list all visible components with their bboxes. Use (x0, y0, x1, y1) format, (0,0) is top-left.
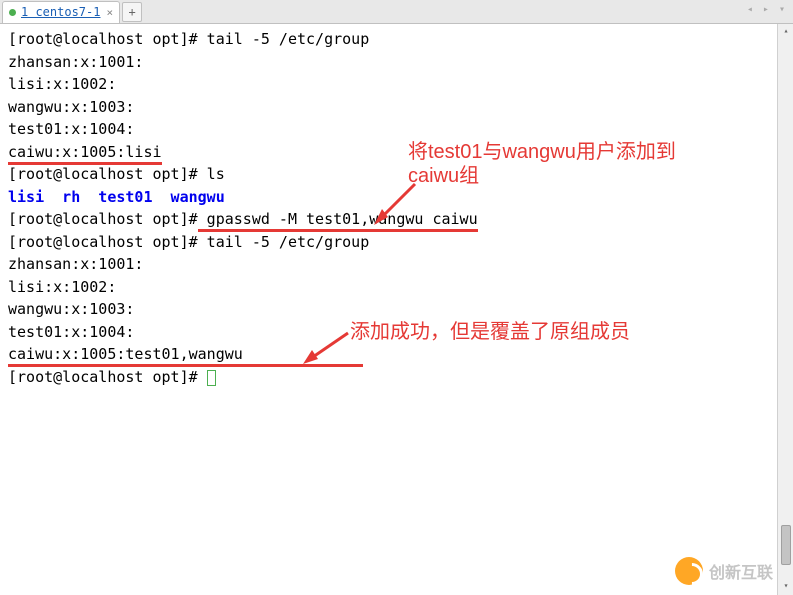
scrollbar-thumb[interactable] (781, 525, 791, 565)
terminal-line-ls-output: lisi rh test01 wangwu (8, 186, 785, 209)
terminal-line: test01:x:1004: (8, 321, 785, 344)
terminal-line: lisi:x:1002: (8, 73, 785, 96)
terminal-line: [root@localhost opt]# tail -5 /etc/group (8, 231, 785, 254)
plus-icon: + (128, 5, 135, 19)
terminal-line: [root@localhost opt]# ls (8, 163, 785, 186)
terminal-line: [root@localhost opt]# gpasswd -M test01,… (8, 208, 785, 231)
terminal-output[interactable]: [root@localhost opt]# tail -5 /etc/group… (0, 24, 793, 595)
vertical-scrollbar[interactable]: ▴ ▾ (777, 24, 793, 595)
cursor (207, 370, 216, 386)
watermark-text: 创新互联 (709, 559, 773, 583)
tab-status-dot (9, 9, 16, 16)
terminal-line: wangwu:x:1003: (8, 298, 785, 321)
terminal-line: test01:x:1004: (8, 118, 785, 141)
terminal-line: lisi:x:1002: (8, 276, 785, 299)
scrollbar-down-icon[interactable]: ▾ (780, 581, 792, 593)
tab-centos7-1[interactable]: 1 centos7-1 × (2, 1, 120, 23)
watermark: 创新互联 (675, 557, 773, 585)
tab-label: 1 centos7-1 (21, 5, 100, 19)
scrollbar-up-icon[interactable]: ▴ (780, 26, 792, 38)
terminal-line: zhansan:x:1001: (8, 51, 785, 74)
terminal-line: zhansan:x:1001: (8, 253, 785, 276)
terminal-line: wangwu:x:1003: (8, 96, 785, 119)
terminal-line: [root@localhost opt]# tail -5 /etc/group (8, 28, 785, 51)
terminal-line: caiwu:x:1005:test01,wangwu (8, 343, 785, 366)
terminal-line: caiwu:x:1005:lisi (8, 141, 785, 164)
close-icon[interactable]: × (106, 6, 113, 19)
terminal-prompt: [root@localhost opt]# (8, 366, 785, 389)
new-tab-button[interactable]: + (122, 2, 142, 22)
nav-arrows[interactable]: ◂ ▸ ▾ (747, 4, 787, 15)
tab-bar: 1 centos7-1 × + ◂ ▸ ▾ (0, 0, 793, 24)
watermark-logo-icon (675, 557, 703, 585)
